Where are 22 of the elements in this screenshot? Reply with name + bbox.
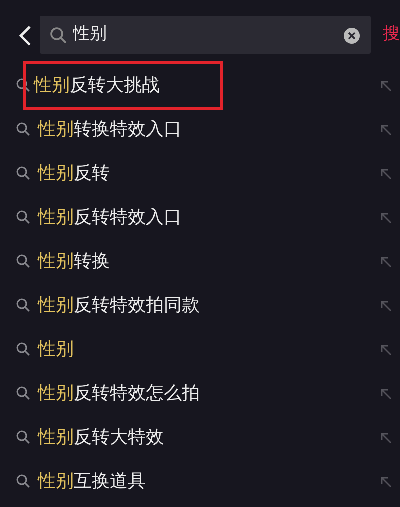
back-icon	[18, 24, 32, 47]
search-icon	[16, 342, 30, 356]
suggestion-item[interactable]: 性别互换道具	[30, 464, 152, 498]
search-icon	[16, 430, 30, 444]
search-icon	[16, 254, 30, 268]
suggestion-item[interactable]: 性别反转特效入口	[30, 200, 188, 234]
search-icon	[16, 474, 30, 488]
search-icon	[16, 166, 30, 180]
search-icon	[16, 298, 30, 312]
suggestion-item[interactable]: 性别反转特效拍同款	[30, 288, 206, 322]
suggestion-item[interactable]: 性别转换特效入口	[30, 112, 188, 146]
search-button[interactable]: 搜	[371, 22, 400, 48]
search-icon	[50, 26, 67, 44]
search-icon	[16, 78, 30, 92]
suggestion-item[interactable]: 性别反转大特效	[30, 420, 170, 454]
search-icon	[16, 122, 30, 136]
suggestion-item[interactable]: 性别转换	[30, 244, 116, 278]
suggestion-item[interactable]: 性别	[30, 332, 80, 366]
suggestion-item[interactable]: 性别反转特效怎么拍	[30, 376, 206, 410]
search-icon	[16, 386, 30, 400]
search-icon	[16, 210, 30, 224]
suggestion-item[interactable]: 性别反转	[30, 156, 116, 190]
